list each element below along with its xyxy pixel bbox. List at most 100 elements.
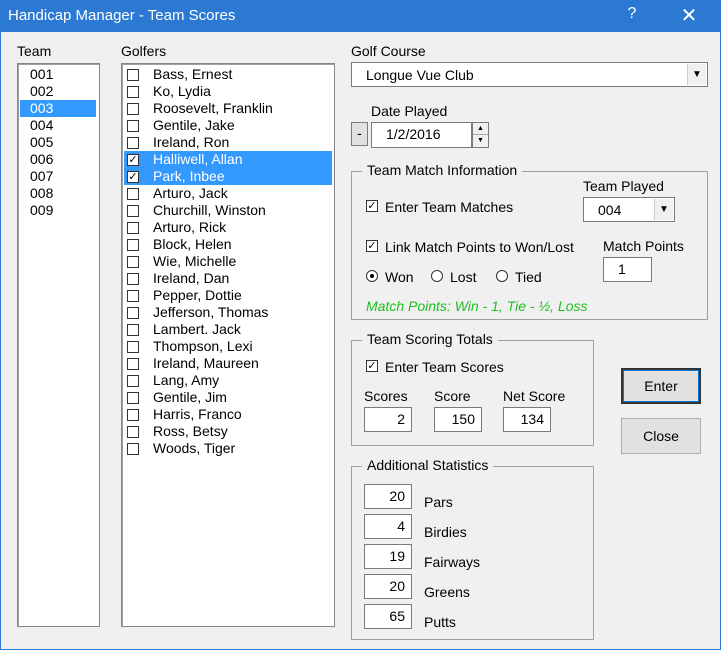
golfer-checkbox[interactable]: [127, 86, 139, 98]
match-points-field[interactable]: 1: [603, 257, 652, 282]
chevron-down-icon[interactable]: ▼: [687, 64, 706, 85]
spin-down-icon[interactable]: ▼: [473, 135, 488, 147]
golfer-name: Ross, Betsy: [153, 423, 228, 439]
golfer-checkbox[interactable]: [127, 375, 139, 387]
enter-button[interactable]: Enter: [621, 368, 701, 404]
team-list-item[interactable]: 003: [20, 100, 96, 117]
team-played-combo[interactable]: 004 ▼: [583, 197, 675, 222]
golfer-checkbox[interactable]: [127, 120, 139, 132]
golfer-list-item[interactable]: Ko, Lydia: [124, 83, 332, 100]
golfer-checkbox[interactable]: [127, 222, 139, 234]
net-score-field[interactable]: 134: [503, 407, 551, 432]
golfer-list-item[interactable]: Arturo, Rick: [124, 219, 332, 236]
enter-team-matches-checkbox[interactable]: ✓: [366, 200, 378, 212]
golfer-checkbox[interactable]: [127, 273, 139, 285]
golfer-checkbox[interactable]: [127, 409, 139, 421]
golfer-list-item[interactable]: Block, Helen: [124, 236, 332, 253]
date-spinner[interactable]: ▲ ▼: [472, 122, 489, 148]
link-match-points-checkbox[interactable]: ✓: [366, 240, 378, 252]
golfer-list-item[interactable]: Bass, Ernest: [124, 66, 332, 83]
team-list-item[interactable]: 004: [20, 117, 96, 134]
team-list-item[interactable]: 007: [20, 168, 96, 185]
date-played-label: Date Played: [371, 103, 448, 119]
golfer-list-item[interactable]: Woods, Tiger: [124, 440, 332, 457]
golfer-list-item[interactable]: Lang, Amy: [124, 372, 332, 389]
team-played-value: 004: [598, 202, 622, 218]
won-radio[interactable]: [366, 270, 378, 282]
golfer-name: Gentile, Jim: [153, 389, 227, 405]
golfer-list-item[interactable]: Ross, Betsy: [124, 423, 332, 440]
golfer-list-item[interactable]: Ireland, Ron: [124, 134, 332, 151]
golfer-checkbox[interactable]: [127, 256, 139, 268]
golfer-list-item[interactable]: Churchill, Winston: [124, 202, 332, 219]
scores-field[interactable]: 2: [364, 407, 412, 432]
enter-team-scores-label: Enter Team Scores: [385, 359, 504, 375]
enter-team-matches-label: Enter Team Matches: [385, 199, 514, 215]
golfer-list-item[interactable]: Arturo, Jack: [124, 185, 332, 202]
link-match-points-label: Link Match Points to Won/Lost: [385, 239, 574, 255]
golfer-name: Jefferson, Thomas: [153, 304, 269, 320]
close-button[interactable]: Close: [621, 418, 701, 454]
golfer-checkbox[interactable]: [127, 103, 139, 115]
golfer-list-item[interactable]: ✓ Halliwell, Allan: [124, 151, 332, 168]
golfer-list-item[interactable]: Gentile, Jim: [124, 389, 332, 406]
golfer-checkbox[interactable]: [127, 358, 139, 370]
team-list-item[interactable]: 005: [20, 134, 96, 151]
golfer-list-item[interactable]: Pepper, Dottie: [124, 287, 332, 304]
golfer-checkbox[interactable]: [127, 69, 139, 81]
golfer-list-item[interactable]: Ireland, Maureen: [124, 355, 332, 372]
golfer-list-item[interactable]: ✓ Park, Inbee: [124, 168, 332, 185]
pars-field[interactable]: 20: [364, 484, 412, 509]
golfer-name: Harris, Franco: [153, 406, 242, 422]
golfer-list-item[interactable]: Jefferson, Thomas: [124, 304, 332, 321]
birdies-field[interactable]: 4: [364, 514, 412, 539]
fairways-field[interactable]: 19: [364, 544, 412, 569]
golf-course-combo[interactable]: Longue Vue Club ▼: [351, 62, 708, 87]
lost-radio[interactable]: [431, 270, 443, 282]
team-list-item[interactable]: 008: [20, 185, 96, 202]
golfer-checkbox[interactable]: [127, 307, 139, 319]
golfer-checkbox[interactable]: [127, 137, 139, 149]
close-window-button[interactable]: ✕: [670, 3, 708, 28]
spin-up-icon[interactable]: ▲: [473, 123, 488, 135]
golfer-checkbox[interactable]: ✓: [127, 171, 139, 183]
tied-label: Tied: [515, 269, 542, 285]
golfer-checkbox[interactable]: [127, 392, 139, 404]
greens-field[interactable]: 20: [364, 574, 412, 599]
help-button[interactable]: ?: [618, 5, 646, 23]
enter-team-scores-checkbox[interactable]: ✓: [366, 360, 378, 372]
team-list-item[interactable]: 001: [20, 66, 96, 83]
golfer-list-item[interactable]: Roosevelt, Franklin: [124, 100, 332, 117]
score-field[interactable]: 150: [434, 407, 482, 432]
fairways-label: Fairways: [424, 554, 481, 570]
golfer-checkbox[interactable]: [127, 205, 139, 217]
golfer-name: Pepper, Dottie: [153, 287, 242, 303]
golfer-list-item[interactable]: Gentile, Jake: [124, 117, 332, 134]
greens-label: Greens: [424, 584, 470, 600]
golfer-checkbox[interactable]: [127, 188, 139, 200]
golfer-checkbox[interactable]: [127, 426, 139, 438]
golf-course-value: Longue Vue Club: [366, 67, 474, 83]
golfer-checkbox[interactable]: ✓: [127, 154, 139, 166]
team-listbox[interactable]: 001 002 003 004 005 006 007 008 009: [17, 63, 100, 627]
team-list-item[interactable]: 009: [20, 202, 96, 219]
team-list-item[interactable]: 002: [20, 83, 96, 100]
team-list-item[interactable]: 006: [20, 151, 96, 168]
golfer-list-item[interactable]: Lambert. Jack: [124, 321, 332, 338]
golfer-list-item[interactable]: Thompson, Lexi: [124, 338, 332, 355]
golfer-list-item[interactable]: Harris, Franco: [124, 406, 332, 423]
golfer-checkbox[interactable]: [127, 341, 139, 353]
date-played-field[interactable]: 1/2/2016: [371, 122, 472, 148]
date-minus-button[interactable]: -: [351, 122, 368, 146]
putts-field[interactable]: 65: [364, 604, 412, 629]
golfers-listbox[interactable]: Bass, Ernest Ko, Lydia Roosevelt, Franklin…: [121, 63, 335, 627]
tied-radio[interactable]: [496, 270, 508, 282]
golfer-checkbox[interactable]: [127, 239, 139, 251]
golfer-checkbox[interactable]: [127, 443, 139, 455]
golfer-list-item[interactable]: Ireland, Dan: [124, 270, 332, 287]
golfer-checkbox[interactable]: [127, 290, 139, 302]
match-points-note: Match Points: Win - 1, Tie - ½, Loss: [366, 298, 588, 314]
golfer-checkbox[interactable]: [127, 324, 139, 336]
chevron-down-icon[interactable]: ▼: [654, 199, 673, 220]
golfer-list-item[interactable]: Wie, Michelle: [124, 253, 332, 270]
